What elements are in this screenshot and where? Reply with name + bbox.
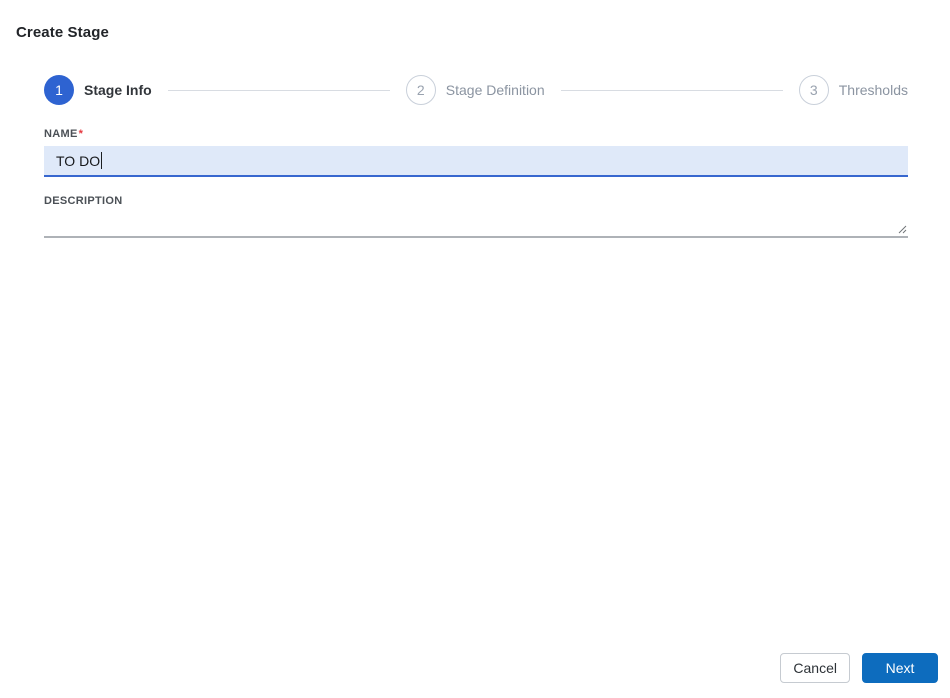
description-textarea[interactable] — [44, 208, 908, 238]
step-2-label: Stage Definition — [445, 82, 545, 98]
required-asterisk: * — [78, 128, 84, 140]
page-title: Create Stage — [16, 24, 109, 41]
step-1-number-badge: 1 — [44, 75, 74, 105]
stepper: 1 Stage Info 2 Stage Definition 3 Thresh… — [44, 75, 908, 105]
description-label: DESCRIPTION — [44, 195, 122, 207]
step-3-label: Thresholds — [838, 82, 908, 98]
name-label: NAME* — [44, 128, 83, 140]
text-cursor — [101, 152, 103, 169]
step-3-number-badge: 3 — [798, 75, 829, 105]
step-1-label: Stage Info — [84, 82, 152, 98]
stepper-step-thresholds[interactable]: 3 Thresholds — [798, 75, 908, 105]
step-2-number-badge: 2 — [405, 75, 436, 105]
name-input[interactable]: TO DO — [44, 146, 908, 177]
description-field-wrap — [44, 208, 908, 238]
stepper-step-stage-definition[interactable]: 2 Stage Definition — [405, 75, 545, 105]
name-label-text: NAME — [44, 128, 78, 140]
dialog-footer: Cancel Next — [780, 653, 938, 683]
stepper-step-stage-info[interactable]: 1 Stage Info — [44, 75, 152, 105]
description-label-text: DESCRIPTION — [44, 195, 123, 207]
cancel-button[interactable]: Cancel — [780, 653, 850, 683]
next-button[interactable]: Next — [862, 653, 938, 683]
name-input-value: TO DO — [56, 152, 101, 169]
stepper-connector — [167, 89, 390, 91]
stepper-connector — [560, 89, 783, 91]
